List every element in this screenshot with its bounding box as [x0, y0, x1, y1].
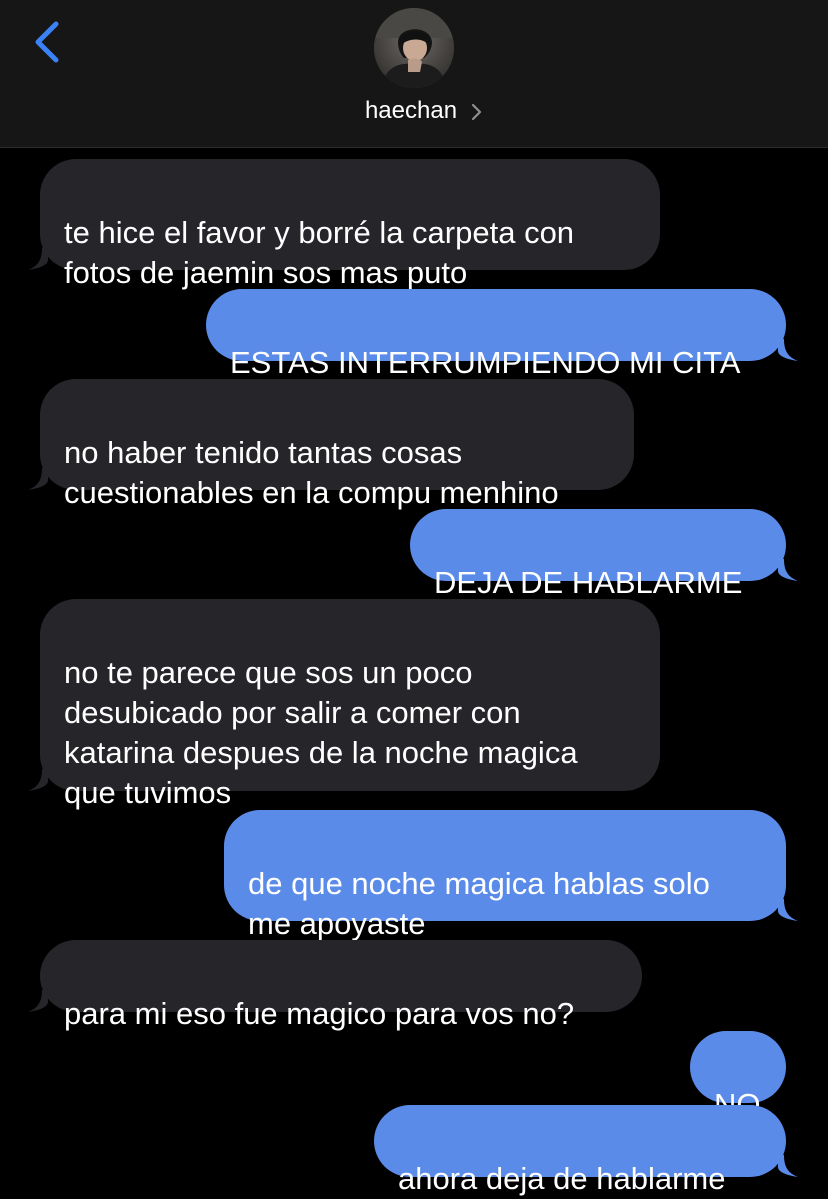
message-bubble-received[interactable]: no te parece que sos un poco desubicado … [40, 599, 660, 810]
message-text: de que noche magica hablas solo me apoya… [248, 866, 710, 941]
message-bubble-sent[interactable]: ahora deja de hablarme [374, 1105, 786, 1196]
message-bubble-sent[interactable]: de que noche magica hablas solo me apoya… [224, 810, 786, 941]
conversation-header: haechan [0, 0, 828, 148]
message-bubble-received[interactable]: te hice el favor y borré la carpeta con … [40, 159, 660, 290]
bubble-tail [778, 339, 798, 361]
message-bubble-received[interactable]: no haber tenido tantas cosas cuestionabl… [40, 379, 634, 510]
bubble-tail [778, 899, 798, 921]
chevron-right-icon [471, 103, 482, 120]
bubble-tail [28, 468, 48, 490]
bubble-tail [28, 769, 48, 791]
contact-name: haechan [364, 97, 458, 124]
message-text: ESTAS INTERRUMPIENDO MI CITA [230, 345, 741, 380]
message-text: te hice el favor y borré la carpeta con … [64, 215, 575, 290]
message-text: DEJA DE HABLARME [434, 565, 743, 600]
back-button[interactable] [26, 18, 70, 66]
message-thread[interactable]: te hice el favor y borré la carpeta con … [0, 147, 828, 1196]
contact-name-button[interactable]: haechan [0, 94, 828, 128]
message-text: no haber tenido tantas cosas cuestionabl… [64, 435, 559, 510]
message-text: no te parece que sos un poco desubicado … [64, 655, 578, 810]
avatar-photo [374, 8, 454, 88]
bubble-tail [778, 559, 798, 581]
message-bubble-received[interactable]: para mi eso fue magico para vos no? [40, 940, 642, 1031]
message-text: ahora deja de hablarme [398, 1161, 726, 1196]
message-bubble-sent[interactable]: DEJA DE HABLARME [410, 509, 786, 600]
bubble-tail [778, 1155, 798, 1177]
bubble-tail [28, 248, 48, 270]
chevron-left-icon [35, 21, 59, 63]
bubble-tail [28, 990, 48, 1012]
message-bubble-sent[interactable]: NO [690, 1031, 786, 1122]
message-bubble-sent[interactable]: ESTAS INTERRUMPIENDO MI CITA [206, 289, 786, 380]
message-text: para mi eso fue magico para vos no? [64, 996, 575, 1031]
contact-avatar[interactable] [374, 8, 454, 88]
